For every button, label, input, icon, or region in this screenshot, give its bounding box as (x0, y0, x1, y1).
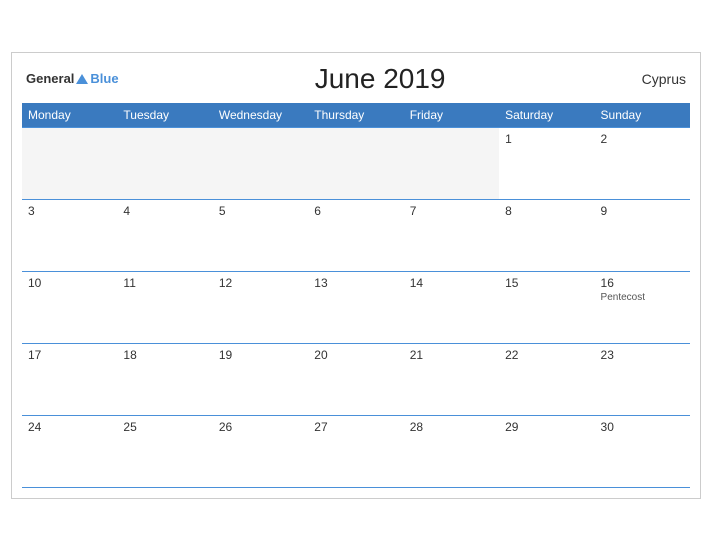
day-number: 28 (410, 420, 493, 434)
calendar-cell: 22 (499, 343, 594, 415)
calendar-cell: 26 (213, 415, 308, 487)
calendar-cell: 24 (22, 415, 117, 487)
calendar-cell: 8 (499, 199, 594, 271)
calendar-cell: 7 (404, 199, 499, 271)
day-number: 3 (28, 204, 111, 218)
calendar-cell: 16 Pentecost (595, 271, 690, 343)
calendar-cell: 25 (117, 415, 212, 487)
logo-triangle-icon (76, 74, 88, 84)
calendar-cell: 10 (22, 271, 117, 343)
calendar-cell: 9 (595, 199, 690, 271)
calendar-cell: 5 (213, 199, 308, 271)
calendar-cell: 15 (499, 271, 594, 343)
calendar-cell: 14 (404, 271, 499, 343)
day-number: 27 (314, 420, 397, 434)
calendar-title: June 2019 (119, 63, 642, 95)
day-number: 17 (28, 348, 111, 362)
weekday-header-saturday: Saturday (499, 103, 594, 128)
calendar-cell (117, 127, 212, 199)
week-row: 24 25 26 27 28 29 30 (22, 415, 690, 487)
day-number: 26 (219, 420, 302, 434)
day-event: Pentecost (601, 292, 684, 303)
day-number: 21 (410, 348, 493, 362)
day-number: 13 (314, 276, 397, 290)
day-number: 10 (28, 276, 111, 290)
logo-general-text: General (26, 71, 74, 86)
country-label: Cyprus (642, 71, 686, 87)
calendar-cell: 20 (308, 343, 403, 415)
day-number: 7 (410, 204, 493, 218)
calendar-cell: 4 (117, 199, 212, 271)
weekday-header-row: MondayTuesdayWednesdayThursdayFridaySatu… (22, 103, 690, 128)
calendar-cell: 11 (117, 271, 212, 343)
calendar-cell: 19 (213, 343, 308, 415)
day-number: 1 (505, 132, 588, 146)
day-number: 6 (314, 204, 397, 218)
week-row: 17 18 19 20 21 22 23 (22, 343, 690, 415)
calendar-cell: 13 (308, 271, 403, 343)
day-number: 22 (505, 348, 588, 362)
week-row: 12 (22, 127, 690, 199)
week-row: 10 11 12 13 14 15 16 Pentecost (22, 271, 690, 343)
day-number: 14 (410, 276, 493, 290)
day-number: 18 (123, 348, 206, 362)
day-number: 25 (123, 420, 206, 434)
calendar-cell: 29 (499, 415, 594, 487)
weekday-header-friday: Friday (404, 103, 499, 128)
calendar-cell: 2 (595, 127, 690, 199)
calendar-table: MondayTuesdayWednesdayThursdayFridaySatu… (22, 103, 690, 488)
day-number: 19 (219, 348, 302, 362)
calendar-cell: 12 (213, 271, 308, 343)
day-number: 20 (314, 348, 397, 362)
day-number: 29 (505, 420, 588, 434)
calendar-cell: 3 (22, 199, 117, 271)
calendar-cell: 6 (308, 199, 403, 271)
day-number: 11 (123, 276, 206, 290)
day-number: 24 (28, 420, 111, 434)
weekday-header-sunday: Sunday (595, 103, 690, 128)
day-number: 2 (601, 132, 684, 146)
day-number: 30 (601, 420, 684, 434)
day-number: 8 (505, 204, 588, 218)
calendar-cell (308, 127, 403, 199)
calendar-cell: 30 (595, 415, 690, 487)
weekday-header-thursday: Thursday (308, 103, 403, 128)
calendar-cell (22, 127, 117, 199)
weekday-header-monday: Monday (22, 103, 117, 128)
day-number: 5 (219, 204, 302, 218)
calendar: General Blue June 2019 Cyprus MondayTues… (11, 52, 701, 499)
day-number: 12 (219, 276, 302, 290)
day-number: 4 (123, 204, 206, 218)
day-number: 16 (601, 276, 684, 290)
calendar-cell: 17 (22, 343, 117, 415)
calendar-header: General Blue June 2019 Cyprus (22, 63, 690, 95)
calendar-cell: 23 (595, 343, 690, 415)
calendar-cell: 27 (308, 415, 403, 487)
logo-blue-text: Blue (90, 71, 118, 86)
day-number: 9 (601, 204, 684, 218)
day-number: 15 (505, 276, 588, 290)
weekday-header-tuesday: Tuesday (117, 103, 212, 128)
weekday-header-wednesday: Wednesday (213, 103, 308, 128)
calendar-cell: 21 (404, 343, 499, 415)
week-row: 3456789 (22, 199, 690, 271)
calendar-cell (404, 127, 499, 199)
day-number: 23 (601, 348, 684, 362)
logo: General Blue (26, 71, 119, 86)
calendar-cell: 28 (404, 415, 499, 487)
calendar-cell: 18 (117, 343, 212, 415)
calendar-cell: 1 (499, 127, 594, 199)
calendar-cell (213, 127, 308, 199)
